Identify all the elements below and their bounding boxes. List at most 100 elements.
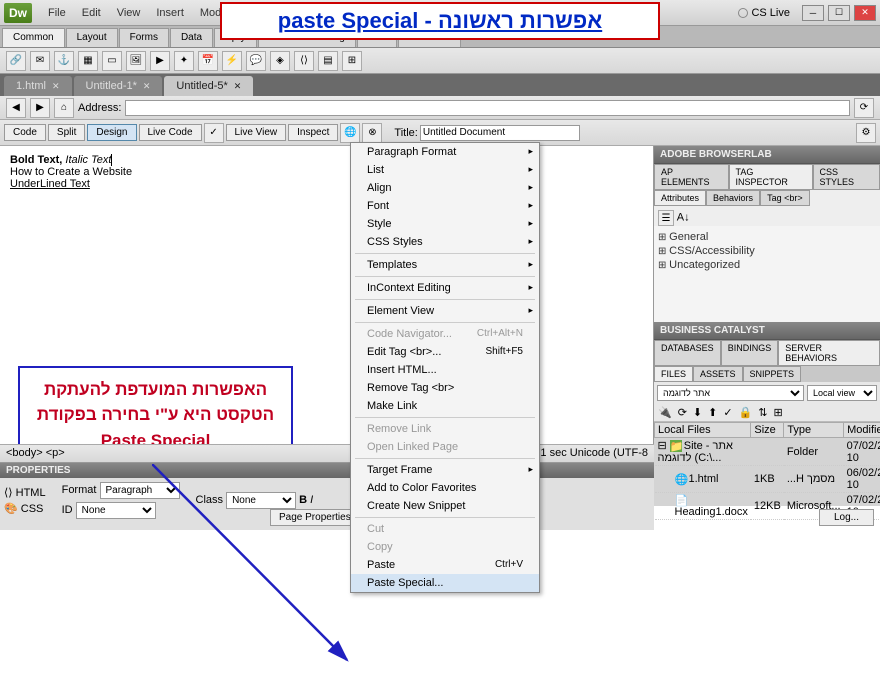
view-dropdown[interactable]: Local view	[807, 385, 877, 401]
head-icon[interactable]: ◈	[270, 51, 290, 71]
subtab-behaviors[interactable]: Behaviors	[706, 190, 760, 206]
back-icon[interactable]: ◀	[6, 98, 26, 118]
subtab-attributes[interactable]: Attributes	[654, 190, 706, 206]
format-select[interactable]: Paragraph	[100, 482, 180, 499]
id-select[interactable]: None	[76, 502, 156, 519]
ctx-edit-tag-br-[interactable]: Edit Tag <br>...Shift+F5	[351, 343, 539, 361]
globe-icon[interactable]: 🌐	[340, 123, 360, 143]
email-icon[interactable]: ✉	[30, 51, 50, 71]
subtab-tag[interactable]: Tag <br>	[760, 190, 810, 206]
home-icon[interactable]: ⌂	[54, 98, 74, 118]
tab-ap-elements[interactable]: AP ELEMENTS	[654, 164, 729, 190]
ctx-remove-tag-br-[interactable]: Remove Tag <br>	[351, 379, 539, 397]
window-close-button[interactable]: ✕	[854, 5, 876, 21]
get-icon[interactable]: ⬇	[693, 406, 702, 419]
tab-files[interactable]: FILES	[654, 366, 693, 382]
doc-tab-1[interactable]: 1.html✕	[4, 76, 72, 96]
media-icon[interactable]: ▶	[150, 51, 170, 71]
refresh-icon[interactable]: ⟳	[678, 406, 687, 419]
tab-css-styles[interactable]: CSS STYLES	[813, 164, 880, 190]
checkin-icon[interactable]: 🔒	[739, 406, 753, 419]
window-minimize-button[interactable]: ─	[802, 5, 824, 21]
template-icon[interactable]: ▤	[318, 51, 338, 71]
doc-tab-3[interactable]: Untitled-5*✕	[164, 76, 253, 96]
list-icon[interactable]: ☰	[658, 210, 674, 226]
ctx-insert-html-[interactable]: Insert HTML...	[351, 361, 539, 379]
table-icon[interactable]: ▦	[78, 51, 98, 71]
server-icon[interactable]: ⚡	[222, 51, 242, 71]
css-mode-button[interactable]: 🎨 CSS	[4, 502, 46, 515]
tab-databases[interactable]: DATABASES	[654, 340, 721, 366]
anchor-icon[interactable]: ⚓	[54, 51, 74, 71]
menu-view[interactable]: View	[109, 3, 149, 23]
col-size[interactable]: Size	[751, 423, 784, 438]
col-localfiles[interactable]: Local Files	[655, 423, 751, 438]
ctx-font[interactable]: Font	[351, 197, 539, 215]
ctx-paste-special-[interactable]: Paste Special...	[351, 574, 539, 592]
check-icon[interactable]: ✓	[204, 123, 224, 143]
ctx-target-frame[interactable]: Target Frame	[351, 461, 539, 479]
ctx-templates[interactable]: Templates	[351, 256, 539, 274]
tag-selector[interactable]: <body> <p>	[6, 447, 65, 460]
tab-data[interactable]: Data	[170, 28, 213, 47]
tree-general[interactable]: ⊞ General	[658, 230, 876, 244]
tab-assets[interactable]: ASSETS	[693, 366, 743, 382]
col-type[interactable]: Type	[784, 423, 844, 438]
menu-insert[interactable]: Insert	[148, 3, 192, 23]
code-view-button[interactable]: Code	[4, 124, 46, 141]
ctx-paste[interactable]: PasteCtrl+V	[351, 556, 539, 574]
ctx-add-to-color-favorites[interactable]: Add to Color Favorites	[351, 479, 539, 497]
refresh-icon[interactable]: ⟳	[854, 98, 874, 118]
ctx-make-link[interactable]: Make Link	[351, 397, 539, 415]
design-view-button[interactable]: Design	[87, 124, 136, 141]
tab-snippets[interactable]: SNIPPETS	[743, 366, 802, 382]
ctx-list[interactable]: List	[351, 161, 539, 179]
tab-server-behaviors[interactable]: SERVER BEHAVIORS	[778, 340, 880, 366]
title-input[interactable]	[420, 125, 580, 141]
close-icon[interactable]: ✕	[143, 81, 151, 92]
ctx-align[interactable]: Align	[351, 179, 539, 197]
cslive-button[interactable]: CS Live	[738, 7, 790, 19]
connect-icon[interactable]: 🔌	[658, 406, 672, 419]
window-maximize-button[interactable]: ☐	[828, 5, 850, 21]
properties-title[interactable]: PROPERTIES	[0, 463, 654, 478]
address-input[interactable]	[125, 100, 850, 116]
tab-tag-inspector[interactable]: TAG INSPECTOR	[729, 164, 813, 190]
html-mode-button[interactable]: ⟨⟩ HTML	[4, 486, 46, 499]
close-icon[interactable]: ✕	[234, 81, 242, 92]
ctx-element-view[interactable]: Element View	[351, 302, 539, 320]
tree-uncat[interactable]: ⊞ Uncategorized	[658, 258, 876, 272]
menu-file[interactable]: File	[40, 3, 74, 23]
split-view-button[interactable]: Split	[48, 124, 85, 141]
log-button[interactable]: Log...	[819, 509, 874, 526]
site-dropdown[interactable]: אתר לדוגמה	[657, 385, 804, 401]
image-icon[interactable]: 🖼	[126, 51, 146, 71]
menu-edit[interactable]: Edit	[74, 3, 109, 23]
stop-icon[interactable]: ⊗	[362, 123, 382, 143]
close-icon[interactable]: ✕	[52, 81, 60, 92]
panel-browserlab[interactable]: ADOBE BROWSERLAB	[654, 146, 880, 164]
ctx-incontext-editing[interactable]: InContext Editing	[351, 279, 539, 297]
tab-bindings[interactable]: BINDINGS	[721, 340, 779, 366]
checkout-icon[interactable]: ✓	[723, 406, 732, 419]
col-modified[interactable]: Modified	[844, 423, 880, 438]
script-icon[interactable]: ⟨⟩	[294, 51, 314, 71]
div-icon[interactable]: ▭	[102, 51, 122, 71]
put-icon[interactable]: ⬆	[708, 406, 717, 419]
sync-icon[interactable]: ⇅	[758, 406, 767, 419]
ctx-style[interactable]: Style	[351, 215, 539, 233]
date-icon[interactable]: 📅	[198, 51, 218, 71]
forward-icon[interactable]: ▶	[30, 98, 50, 118]
tab-common[interactable]: Common	[2, 28, 65, 47]
tree-css[interactable]: ⊞ CSS/Accessibility	[658, 244, 876, 258]
class-select[interactable]: None	[226, 492, 296, 509]
hyperlink-icon[interactable]: 🔗	[6, 51, 26, 71]
tab-layout[interactable]: Layout	[66, 28, 118, 47]
ctx-paragraph-format[interactable]: Paragraph Format	[351, 143, 539, 161]
expand-icon[interactable]: ⊞	[774, 406, 783, 419]
tag-icon[interactable]: ⊞	[342, 51, 362, 71]
widget-icon[interactable]: ✦	[174, 51, 194, 71]
ctx-create-new-snippet[interactable]: Create New Snippet	[351, 497, 539, 515]
options-icon[interactable]: ⚙	[856, 123, 876, 143]
italic-button[interactable]: I	[310, 494, 313, 506]
